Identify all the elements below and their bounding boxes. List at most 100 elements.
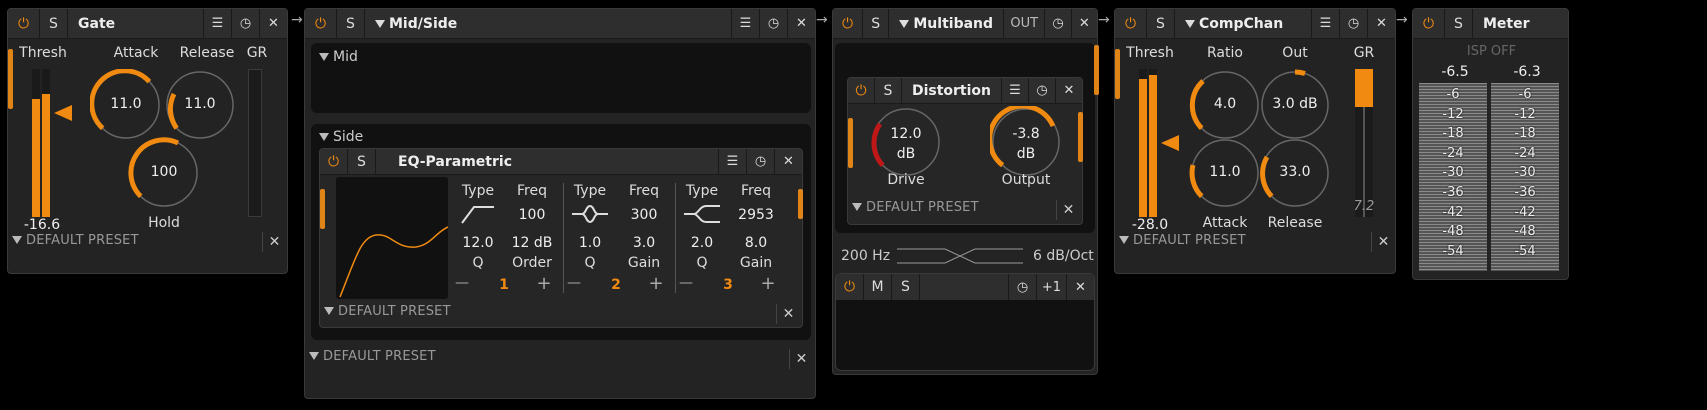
preset-selector[interactable]: DEFAULT PRESET xyxy=(852,200,979,215)
close-icon[interactable]: ✕ xyxy=(1056,200,1080,220)
band-q-value[interactable]: 12.0 xyxy=(456,235,500,251)
knob-icon[interactable]: ◷ xyxy=(746,148,774,175)
knob-icon[interactable]: ◷ xyxy=(1008,274,1036,300)
preset-selector[interactable]: DEFAULT PRESET xyxy=(12,233,139,248)
output-knob[interactable] xyxy=(990,106,1062,178)
crossover-slope[interactable]: 6 dB/Oct xyxy=(1033,248,1094,264)
knob-icon[interactable]: ◷ xyxy=(759,8,787,39)
close-icon[interactable]: ✕ xyxy=(1066,274,1094,300)
eq-response-graph[interactable] xyxy=(336,177,448,299)
compchan-header: ⏻ S CompChan ☰ ◷ ✕ xyxy=(1115,8,1395,39)
meter-scale-label: -30 xyxy=(1442,165,1464,181)
menu-icon[interactable]: ☰ xyxy=(731,8,759,39)
band-number[interactable]: 1 xyxy=(494,277,514,293)
knob-icon[interactable]: ◷ xyxy=(231,8,259,39)
close-icon[interactable]: ✕ xyxy=(1070,8,1097,39)
bell-filter-icon[interactable] xyxy=(570,203,610,225)
band-gain-value[interactable]: 8.0 xyxy=(732,235,780,251)
preset-selector[interactable]: DEFAULT PRESET xyxy=(309,349,436,364)
close-icon[interactable]: ✕ xyxy=(262,232,286,252)
notch-filter-icon[interactable] xyxy=(682,203,722,225)
band-gain-value[interactable]: 3.0 xyxy=(620,235,668,251)
power-icon[interactable]: ⏻ xyxy=(833,8,864,39)
band-freq-value[interactable]: 2953 xyxy=(730,207,782,223)
out-label: Out xyxy=(1282,45,1308,61)
solo-button[interactable]: S xyxy=(1445,8,1473,39)
power-icon[interactable]: ⏻ xyxy=(1413,8,1445,39)
close-icon[interactable]: ✕ xyxy=(1367,8,1395,39)
solo-button[interactable]: S xyxy=(863,8,890,39)
solo-button[interactable]: S xyxy=(892,274,920,300)
side-chain-label[interactable]: Side xyxy=(319,129,363,145)
add-device-button[interactable]: +1 xyxy=(1036,274,1066,300)
power-icon[interactable]: ⏻ xyxy=(8,8,40,39)
solo-button[interactable]: S xyxy=(40,8,68,39)
crossover-curve[interactable] xyxy=(895,245,1025,267)
output-gain-handle[interactable] xyxy=(1078,112,1083,162)
input-gain-handle[interactable] xyxy=(8,49,13,109)
band-order-label: Order xyxy=(512,255,552,271)
band-add-button[interactable]: + xyxy=(758,273,778,294)
band-number[interactable]: 3 xyxy=(718,277,738,293)
close-icon[interactable]: ✕ xyxy=(774,148,802,175)
input-gain-handle[interactable] xyxy=(1115,49,1120,99)
close-icon[interactable]: ✕ xyxy=(787,8,815,39)
mute-button[interactable]: M xyxy=(864,274,892,300)
crossover-frequency[interactable]: 200 Hz xyxy=(841,248,890,264)
input-gain-handle[interactable] xyxy=(848,118,853,168)
band-order-value[interactable]: 12 dB xyxy=(506,235,558,251)
drive-knob[interactable] xyxy=(870,106,942,178)
hold-label: Hold xyxy=(148,215,180,231)
menu-icon[interactable]: ☰ xyxy=(718,148,746,175)
power-icon[interactable]: ⏻ xyxy=(305,8,337,39)
band-freq-value[interactable]: 300 xyxy=(622,207,666,223)
solo-button[interactable]: S xyxy=(337,8,365,39)
preset-selector[interactable]: DEFAULT PRESET xyxy=(1119,233,1246,248)
out-button[interactable]: OUT xyxy=(1003,8,1044,39)
band-remove-button[interactable]: — xyxy=(564,275,584,291)
band-q-value[interactable]: 2.0 xyxy=(680,235,724,251)
thresh-meter[interactable] xyxy=(1139,69,1195,219)
close-icon[interactable]: ✕ xyxy=(1054,77,1082,104)
preset-selector[interactable]: DEFAULT PRESET xyxy=(324,304,451,319)
band-add-button[interactable]: + xyxy=(534,273,554,294)
meter-scale-label: -24 xyxy=(1514,145,1536,161)
menu-icon[interactable]: ☰ xyxy=(203,8,231,39)
close-icon[interactable]: ✕ xyxy=(1371,232,1395,252)
input-gain-handle[interactable] xyxy=(320,189,325,229)
solo-button[interactable]: S xyxy=(348,148,376,175)
band-add-button[interactable]: + xyxy=(646,273,666,294)
knob-icon[interactable]: ◷ xyxy=(1044,8,1070,39)
eq-header: ⏻ S EQ-Parametric ☰ ◷ ✕ xyxy=(320,148,802,175)
knob-icon[interactable]: ◷ xyxy=(1339,8,1367,39)
thresh-meter[interactable] xyxy=(32,69,88,219)
solo-button[interactable]: S xyxy=(1147,8,1175,39)
knob-icon[interactable]: ◷ xyxy=(1028,77,1055,104)
menu-icon[interactable]: ☰ xyxy=(1311,8,1339,39)
close-icon[interactable]: ✕ xyxy=(776,304,800,324)
band-high: ⏻ M S ◷ +1 ✕ xyxy=(835,273,1095,371)
menu-icon[interactable]: ☰ xyxy=(1001,77,1028,104)
output-gain-handle[interactable] xyxy=(1094,45,1099,95)
mid-chain-label[interactable]: Mid xyxy=(319,49,358,65)
close-icon[interactable]: ✕ xyxy=(789,349,813,369)
power-icon[interactable]: ⏻ xyxy=(836,274,864,300)
band-remove-button[interactable]: — xyxy=(452,275,472,291)
solo-button[interactable]: S xyxy=(875,77,902,104)
meter-scale-label: -18 xyxy=(1442,126,1464,142)
device-title: CompChan xyxy=(1175,9,1311,39)
band-q-value[interactable]: 1.0 xyxy=(568,235,612,251)
output-gain-handle[interactable] xyxy=(798,189,803,219)
band-number[interactable]: 2 xyxy=(606,277,626,293)
highpass-filter-icon[interactable] xyxy=(460,203,496,225)
device-title: Meter xyxy=(1483,15,1530,32)
power-icon[interactable]: ⏻ xyxy=(320,148,348,175)
power-icon[interactable]: ⏻ xyxy=(848,77,875,104)
power-icon[interactable]: ⏻ xyxy=(1115,8,1147,39)
meter-device: ⏻ S Meter ISP OFF -6.5 -6.3 -6 -12 -18 -24 -… xyxy=(1412,8,1569,280)
band-remove-button[interactable]: — xyxy=(676,275,696,291)
close-icon[interactable]: ✕ xyxy=(259,8,287,39)
isp-toggle[interactable]: ISP OFF xyxy=(1413,44,1570,59)
band-high-header: ⏻ M S ◷ +1 ✕ xyxy=(836,274,1094,300)
band-freq-value[interactable]: 100 xyxy=(510,207,554,223)
